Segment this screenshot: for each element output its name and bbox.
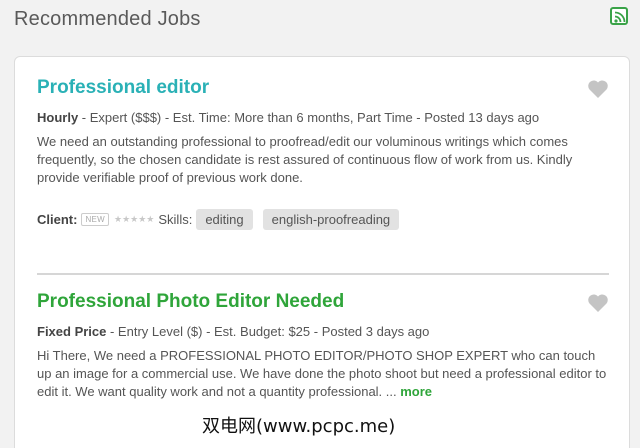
job-listing: Professional Photo Editor Needed Fixed P… — [37, 291, 609, 401]
job-type: Hourly — [37, 110, 79, 125]
job-meta-details: - Entry Level ($) - Est. Budget: $25 - P… — [106, 324, 430, 339]
job-type: Fixed Price — [37, 324, 107, 339]
client-skills-row: Client: NEW ★★★★★ Skills: editing englis… — [37, 209, 609, 230]
job-description-text: Hi There, We need a PROFESSIONAL PHOTO E… — [37, 348, 607, 399]
job-meta: Fixed Price - Entry Level ($) - Est. Bud… — [37, 324, 609, 339]
job-meta: Hourly - Expert ($$$) - Est. Time: More … — [37, 110, 609, 125]
skill-tag[interactable]: english-proofreading — [262, 209, 400, 230]
job-description: Hi There, We need a PROFESSIONAL PHOTO E… — [37, 347, 607, 401]
divider — [37, 273, 609, 275]
skills-label: Skills: — [158, 212, 193, 227]
watermark: 双电网(www.pcpc.me) — [198, 412, 400, 438]
job-description: We need an outstanding professional to p… — [37, 134, 573, 185]
skill-tag[interactable]: editing — [196, 209, 253, 230]
star-rating-icon: ★★★★★ — [114, 214, 155, 224]
job-title-link[interactable]: Professional Photo Editor Needed — [37, 291, 344, 313]
page-title: Recommended Jobs — [14, 8, 201, 30]
jobs-card: Professional editor Hourly - Expert ($$$… — [14, 56, 630, 448]
heart-icon[interactable] — [587, 79, 609, 99]
heart-icon[interactable] — [587, 293, 609, 313]
new-client-badge: NEW — [81, 213, 110, 226]
job-listing: Professional editor Hourly - Expert ($$$… — [37, 77, 609, 230]
rss-icon[interactable] — [610, 7, 628, 25]
client-label: Client: — [37, 212, 78, 227]
job-meta-details: - Expert ($$$) - Est. Time: More than 6 … — [78, 110, 540, 125]
more-link[interactable]: more — [400, 384, 432, 399]
job-title-link[interactable]: Professional editor — [37, 77, 209, 99]
